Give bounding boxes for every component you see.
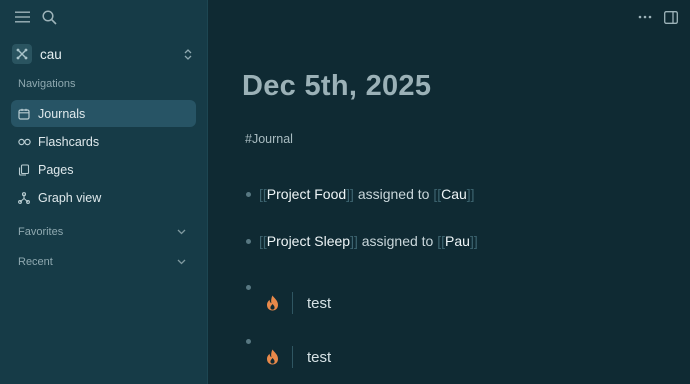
- page-title[interactable]: Dec 5th, 2025: [242, 70, 431, 103]
- chevron-down-icon: [177, 229, 186, 235]
- hamburger-icon: [14, 11, 30, 23]
- sidebar-item-flashcards[interactable]: Flashcards: [11, 128, 196, 155]
- divider: [292, 346, 293, 368]
- block-text: assigned to: [357, 233, 438, 249]
- more-options-button[interactable]: [635, 7, 655, 27]
- recent-heading: Recent: [18, 256, 53, 268]
- block-content[interactable]: [[Project Food]] assigned to [[Cau]]: [259, 186, 475, 202]
- sidebar-item-label: Graph view: [38, 190, 102, 205]
- calendar-icon: [17, 107, 31, 121]
- block-bullet[interactable]: [246, 192, 251, 197]
- block-text: assigned to: [353, 186, 434, 202]
- block-content[interactable]: [[Project Sleep]] assigned to [[Pau]]: [259, 233, 478, 249]
- journal-tag[interactable]: #Journal: [245, 132, 293, 146]
- graph-switcher[interactable]: cau: [12, 42, 196, 66]
- search-button[interactable]: [38, 6, 60, 28]
- task-block[interactable]: test: [266, 346, 331, 368]
- ref-bracket-close: ]]: [346, 186, 354, 202]
- favorites-heading: Favorites: [18, 226, 64, 238]
- graph-logo-icon: [12, 44, 32, 64]
- block-bullet[interactable]: [246, 339, 251, 344]
- ref-bracket-close: ]]: [350, 233, 358, 249]
- sidebar-item-label: Flashcards: [38, 134, 100, 149]
- favorites-section-toggle[interactable]: Favorites: [18, 223, 186, 241]
- chevron-down-icon: [177, 259, 186, 265]
- sidebar-item-graph-view[interactable]: Graph view: [11, 184, 196, 211]
- page-ref-link[interactable]: Project Sleep: [267, 233, 350, 249]
- left-sidebar: cau Navigations Journals Flashcards Page…: [0, 0, 208, 384]
- graph-icon: [17, 191, 31, 205]
- ref-bracket-open: [[: [433, 186, 442, 202]
- page-ref-link[interactable]: Cau: [441, 186, 467, 202]
- infinity-icon: [17, 135, 31, 149]
- sidebar-panel-icon: [664, 10, 678, 24]
- fire-icon: [267, 295, 278, 311]
- block-bullet[interactable]: [246, 285, 251, 290]
- ref-bracket-close: ]]: [469, 233, 478, 249]
- ref-bracket-open: [[: [437, 233, 446, 249]
- more-dots-icon: [638, 15, 652, 19]
- page-ref-link[interactable]: Pau: [445, 233, 470, 249]
- pages-icon: [17, 163, 31, 177]
- menu-toggle-button[interactable]: [11, 7, 33, 27]
- sidebar-item-label: Pages: [38, 162, 74, 177]
- recent-section-toggle[interactable]: Recent: [18, 253, 186, 271]
- ref-bracket-open: [[: [259, 233, 267, 249]
- task-text: test: [307, 348, 332, 366]
- ref-bracket-open: [[: [259, 186, 267, 202]
- fire-icon: [267, 349, 278, 365]
- navigations-heading: Navigations: [18, 78, 76, 90]
- sidebar-item-pages[interactable]: Pages: [11, 156, 196, 183]
- task-block[interactable]: test: [266, 292, 331, 314]
- ref-bracket-close: ]]: [466, 186, 475, 202]
- sidebar-item-label: Journals: [38, 106, 86, 121]
- sidebar-topbar: [0, 0, 207, 34]
- task-text: test: [307, 294, 332, 312]
- search-icon: [41, 9, 57, 25]
- chevron-updown-icon: [184, 48, 192, 60]
- divider: [292, 292, 293, 314]
- right-sidebar-toggle-button[interactable]: [661, 7, 681, 27]
- sidebar-item-journals[interactable]: Journals: [11, 100, 196, 127]
- graph-name: cau: [40, 46, 62, 62]
- block-bullet[interactable]: [246, 239, 251, 244]
- page-ref-link[interactable]: Project Food: [267, 186, 346, 202]
